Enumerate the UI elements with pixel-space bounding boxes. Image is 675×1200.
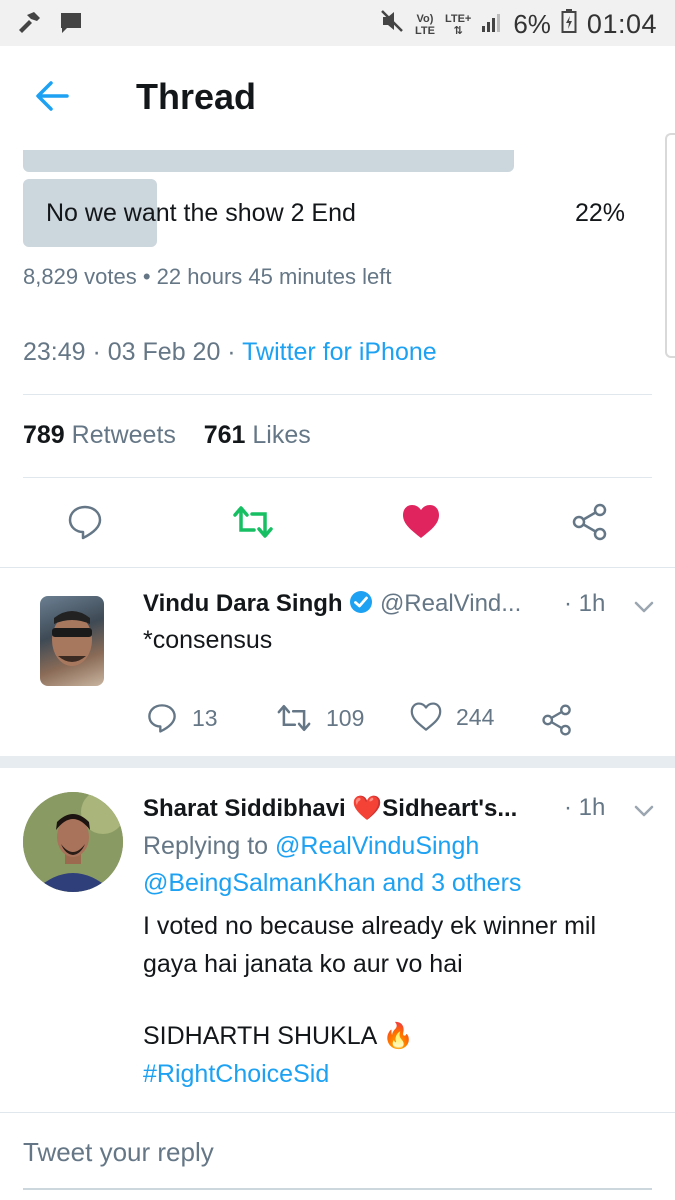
thread-header: Thread [0,46,675,150]
like-button[interactable] [401,503,441,543]
avatar[interactable] [40,596,104,686]
reply-tweet[interactable]: Vindu Dara Singh @RealVind... · 1h *cons… [0,568,675,756]
divider [0,1112,675,1113]
retweets-label: Retweets [71,421,176,449]
retweets-stat[interactable]: 789 Retweets [23,421,176,449]
message-icon [58,10,84,41]
hashtag-link[interactable]: #RightChoiceSid [143,1056,329,1092]
poll-option-label: No we want the show 2 End [46,199,356,227]
tweet-timestamp: 23:49 · 03 Feb 20 · [23,338,243,366]
battery-icon [561,8,577,41]
verified-badge-icon [349,590,373,621]
volte-top-label: Vo) [416,12,434,25]
reply-button[interactable] [66,503,106,543]
data-arrows-icon: ⇅ [453,24,463,37]
avatar-image [52,611,92,666]
clock: 01:04 [586,9,657,39]
share-icon [572,503,607,541]
replying-to-line: Replying to @RealVinduSingh [143,828,479,864]
likes-stat[interactable]: 761 Likes [204,421,311,449]
avatar[interactable] [23,792,123,892]
share-action[interactable] [541,704,573,736]
poll-meta: 8,829 votes • 22 hours 45 minutes left [23,264,392,289]
likes-label: Likes [252,421,311,449]
poll-option: No we want the show 2 End 22% [23,179,633,247]
status-bar: Vo) LTE LTE+ ⇅ 6% 01:04 [0,0,675,46]
reply-input-underline [23,1188,652,1190]
chevron-down-icon [634,805,654,817]
mention-link[interactable]: @BeingSalmanKhan and 3 others [143,869,521,897]
thread-separator [0,756,675,768]
retweet-icon [277,704,311,732]
volte-bottom-label: LTE [414,24,435,37]
chevron-down-icon [634,601,654,613]
heart-icon [403,505,439,538]
heart-outline-icon [410,702,442,731]
like-action[interactable]: 244 [410,702,494,732]
hashtag-text: #RightChoiceSid [143,1060,330,1088]
signal-icon [481,9,503,40]
page-title: Thread [136,76,257,117]
reply-text-line: I voted no because already ek winner mil [143,912,597,940]
divider [23,394,652,395]
hammer-icon [16,10,42,41]
back-arrow-icon [36,81,69,111]
lte-label: LTE+ [444,12,472,25]
retweet-button[interactable] [232,503,273,543]
replying-to-prefix: Replying to [143,832,276,860]
share-icon [542,704,571,736]
author-name[interactable]: Sharat Siddibhavi ❤️Sidheart's... [143,795,517,822]
tweet-timestamp-line: 23:49 · 03 Feb 20 · Twitter for iPhone [23,338,437,367]
likes-count: 761 [203,421,246,449]
retweet-action[interactable]: 109 [276,702,364,734]
reply-text-line: gaya hai janata ko aur vo hai [143,950,463,978]
tweet-source-link[interactable]: Twitter for iPhone [242,338,437,366]
reply-icon [148,704,176,733]
retweet-icon [233,506,273,538]
reply-time: · 1h [564,794,606,821]
avatar-image [23,792,123,892]
reply-input[interactable]: Tweet your reply [23,1137,214,1168]
retweets-count: 789 [23,421,65,449]
poll-option-bar-partial [23,150,514,172]
reply-author-line: Vindu Dara Singh @RealVind... [143,590,521,621]
mute-icon [379,8,405,41]
battery-percent: 6% [513,9,551,39]
reply-text: *consensus [143,626,273,654]
poll-option-percent: 22% [574,199,625,227]
retweet-count: 109 [326,704,365,731]
more-options-button[interactable] [633,804,655,818]
replying-to-line-2: @BeingSalmanKhan and 3 others [143,865,521,901]
reply-icon [68,505,102,540]
share-button[interactable] [571,503,611,543]
author-handle[interactable]: @RealVind... [380,590,521,617]
reply-action[interactable]: 13 [146,702,218,734]
scrollbar[interactable] [665,133,675,358]
tweet-stats: 789 Retweets 761 Likes [23,421,311,450]
like-count: 244 [456,703,495,730]
mention-link[interactable]: @RealVinduSingh [275,832,479,860]
reply-tweet[interactable]: Sharat Siddibhavi ❤️Sidheart's... · 1h R… [0,768,675,1112]
tweet-action-bar [0,495,675,551]
reply-count: 13 [192,704,218,731]
author-name[interactable]: Vindu Dara Singh [143,590,343,617]
reply-time: · 1h [564,590,606,617]
reply-text-line: SIDHARTH SHUKLA 🔥 [143,1022,415,1050]
more-options-button[interactable] [633,600,655,614]
divider [23,477,652,478]
lte-indicator: LTE+ ⇅ [445,13,471,37]
back-button[interactable] [34,80,74,116]
volte-indicator: Vo) LTE [415,13,435,37]
reply-author-line: Sharat Siddibhavi ❤️Sidheart's... [143,794,517,823]
